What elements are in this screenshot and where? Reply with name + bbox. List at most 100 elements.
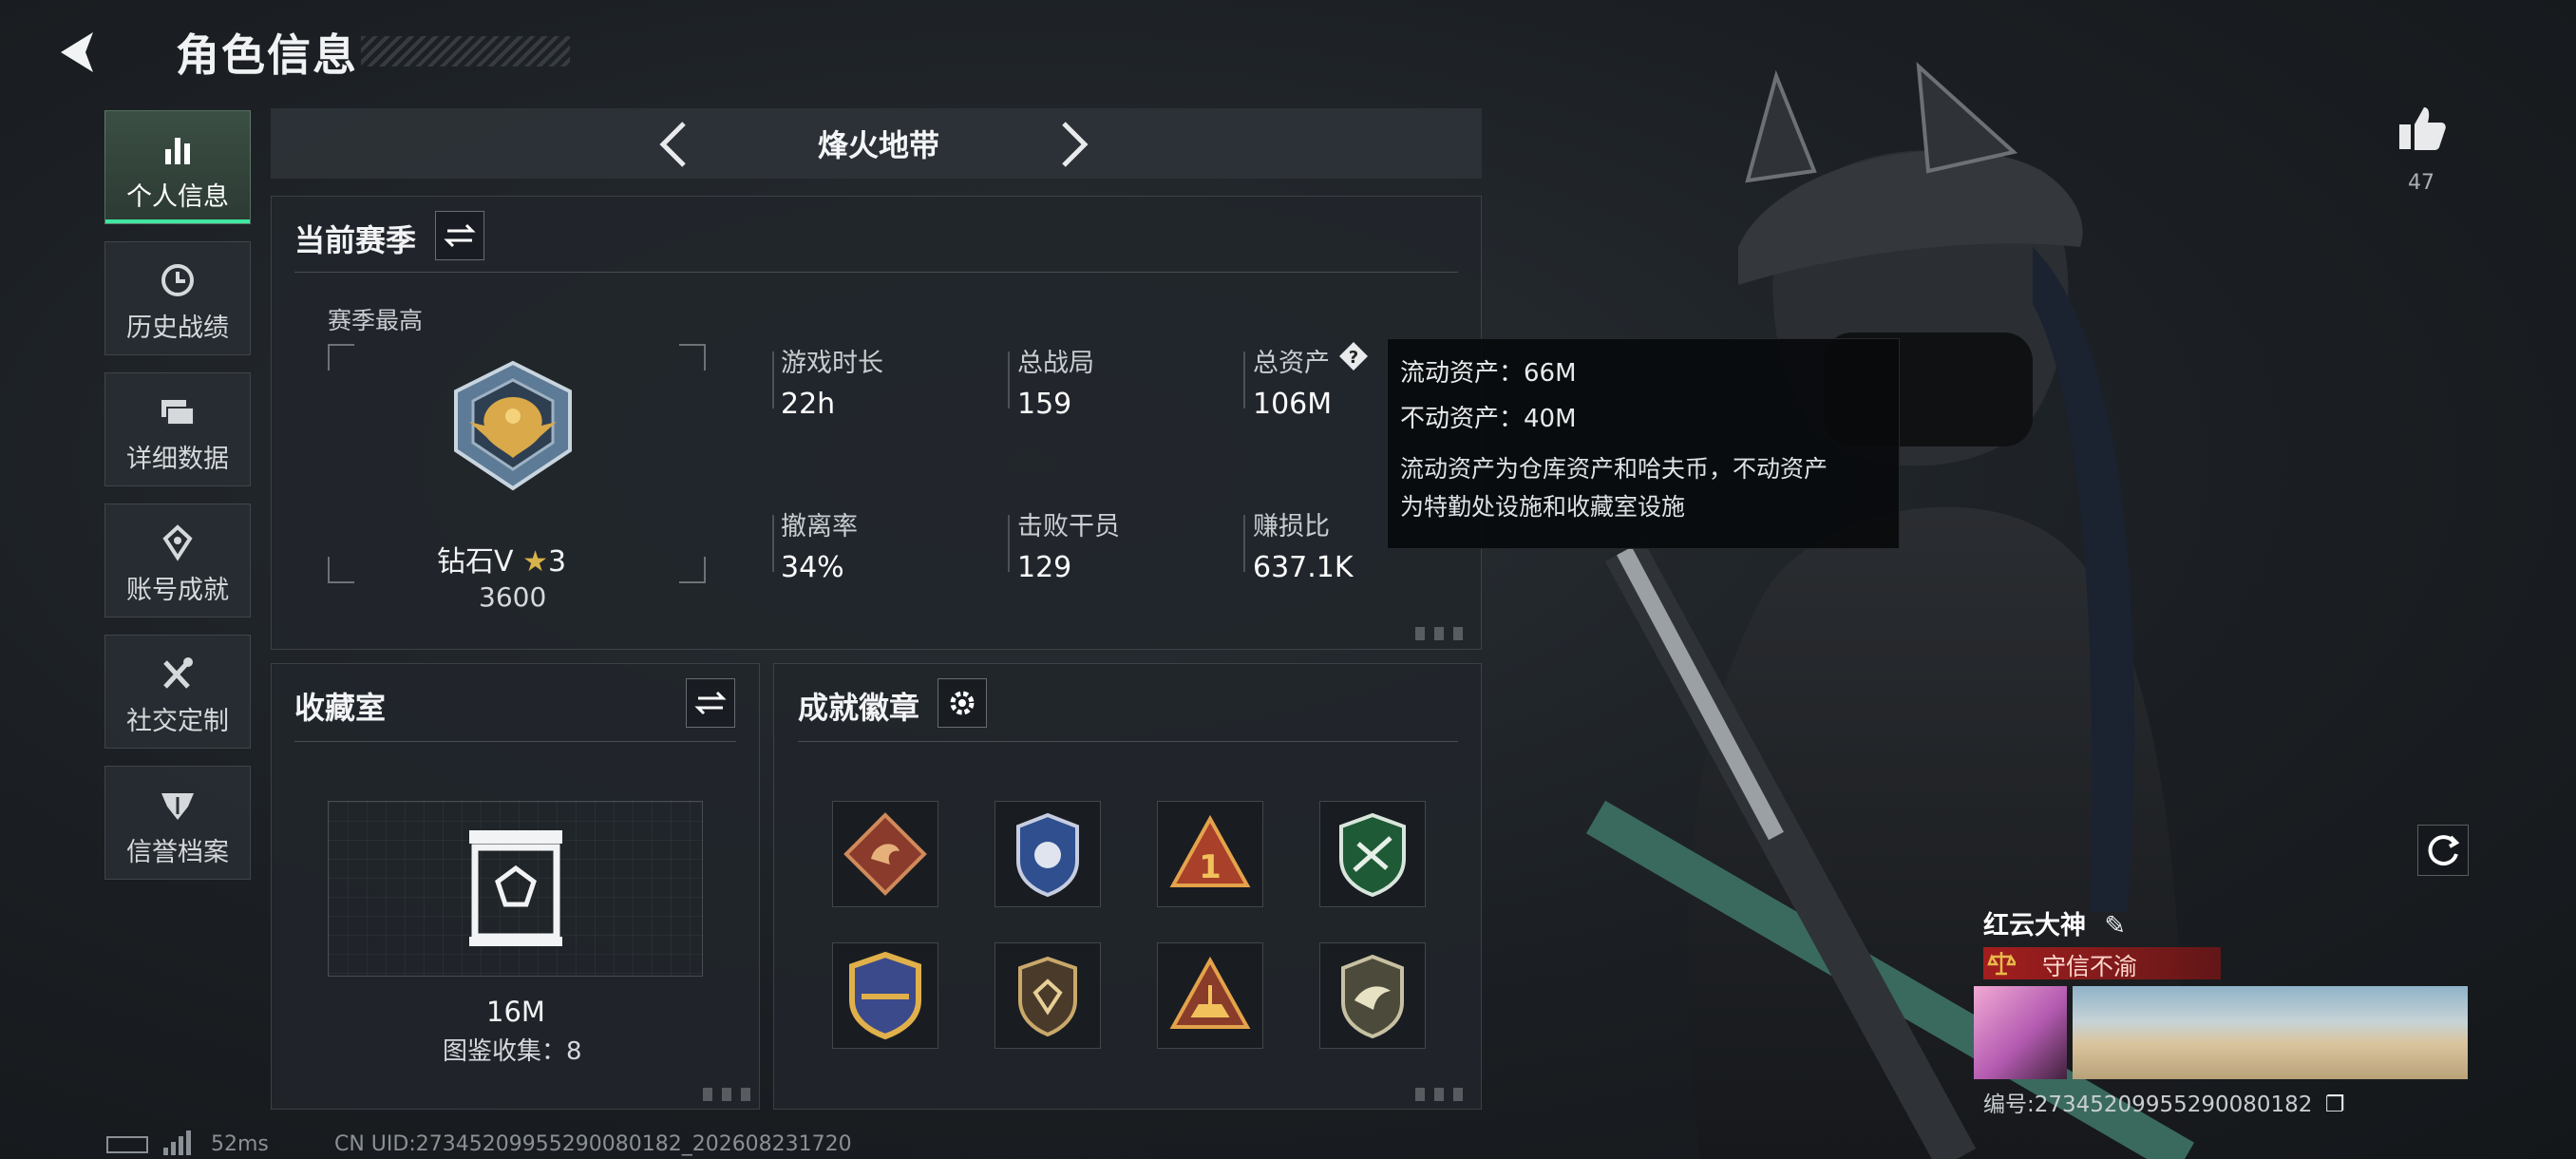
sidebar-item-label: 社交定制 [126, 707, 229, 736]
player-name: 红云大神 ✎ [1983, 904, 2126, 941]
player-id: 编号:27345209955290080182 ❐ [1983, 1086, 2344, 1118]
collection-title: 收藏室 [294, 690, 387, 726]
svg-text:1: 1 [1199, 848, 1222, 886]
badge-slot[interactable]: 1 [1157, 801, 1263, 907]
sidebar-item-label: 账号成就 [126, 576, 229, 605]
badge-slot[interactable] [832, 942, 938, 1049]
title-decoration [361, 36, 570, 66]
sidebar-item-social-customize[interactable]: 社交定制 [104, 635, 251, 749]
sidebar-item-label: 个人信息 [126, 182, 229, 212]
ping-readout: 52ms [211, 1132, 269, 1156]
achievement-icon [162, 524, 193, 561]
collection-catalog: 图鉴收集：8 [443, 1037, 582, 1066]
asset-help-button[interactable]: ? [1337, 340, 1370, 372]
mode-title: 烽火地带 [817, 127, 939, 163]
edit-icon[interactable]: ✎ [2104, 911, 2126, 940]
signal-icon [163, 1130, 191, 1155]
folders-icon [161, 400, 195, 426]
stat-separator [1008, 515, 1010, 572]
stat-assets-label: 总资产 [1253, 349, 1330, 378]
stat-separator [772, 515, 774, 572]
stat-assets-value: 106M [1253, 388, 1333, 421]
season-title: 当前赛季 [294, 222, 417, 258]
copy-icon[interactable]: ❐ [2325, 1092, 2345, 1117]
achievements-settings-button[interactable] [938, 678, 987, 728]
shield-wings-icon [161, 793, 194, 820]
tooltip-description-1: 流动资产为仓库资产和哈夫币，不动资产 [1400, 455, 1828, 483]
sidebar-item-personal-info[interactable]: 个人信息 [104, 110, 251, 224]
sidebar-item-reputation[interactable]: 信誉档案 [104, 766, 251, 880]
back-button[interactable] [47, 19, 104, 86]
frame-corner [328, 344, 354, 370]
rank-emblem-icon [454, 360, 572, 491]
sidebar-item-label: 详细数据 [126, 445, 229, 474]
player-name-text: 红云大神 [1983, 911, 2086, 940]
battery-icon [106, 1136, 148, 1153]
clock-icon [161, 264, 194, 296]
season-switch-button[interactable] [435, 211, 484, 260]
uid-readout: CN UID:27345209955290080182_202608231720 [334, 1132, 852, 1156]
collection-switch-button[interactable] [686, 678, 735, 728]
sidebar-item-achievements[interactable]: 账号成就 [104, 504, 251, 618]
sidebar-item-label: 历史战绩 [126, 314, 229, 343]
stat-separator [1243, 515, 1245, 572]
stat-extract-rate-value: 34% [781, 551, 844, 584]
badge-slot[interactable] [832, 801, 938, 907]
back-arrow-icon [61, 32, 93, 72]
star-icon: ★ [522, 545, 548, 579]
stat-profit-ratio-value: 637.1K [1253, 551, 1354, 584]
divider [798, 741, 1458, 742]
bar-chart-icon [165, 138, 190, 164]
triangle-one-badge-icon: 1 [1169, 814, 1251, 887]
tools-icon [163, 657, 193, 689]
sidebar-item-history[interactable]: 历史战绩 [104, 241, 251, 355]
sidebar-item-detailed-data[interactable]: 详细数据 [104, 372, 251, 486]
divider [294, 272, 1458, 273]
tooltip-liquid-assets: 流动资产：66M [1400, 359, 1577, 388]
achievements-title: 成就徽章 [798, 690, 920, 726]
bird-badge-icon [1341, 954, 1404, 1039]
badge-slot[interactable] [1319, 801, 1426, 907]
stat-separator [1008, 352, 1010, 408]
tooltip-description-2: 为特勤处设施和收藏室设施 [1400, 493, 1686, 521]
stat-separator [772, 352, 774, 408]
mode-prev-button[interactable] [646, 112, 703, 177]
frame-corner [679, 344, 706, 370]
rank-stars: 3 [547, 545, 567, 579]
swap-icon [694, 691, 727, 715]
refresh-icon [2428, 835, 2460, 866]
panel-corner-marks [703, 1088, 760, 1101]
player-title-text: 守信不渝 [2042, 953, 2138, 980]
thumbs-up-icon [2399, 107, 2446, 150]
chevron-left-icon [659, 122, 686, 167]
stat-matches-value: 159 [1017, 388, 1072, 421]
refresh-button[interactable] [2417, 825, 2469, 876]
like-count: 47 [2408, 171, 2434, 195]
divider [294, 741, 736, 742]
sidebar-item-label: 信誉档案 [126, 838, 229, 867]
frame-corner [679, 557, 706, 583]
like-button[interactable] [2394, 100, 2451, 157]
collection-value: 16M [486, 996, 545, 1028]
badge-slot[interactable] [1157, 942, 1263, 1049]
badge-slot[interactable] [994, 942, 1101, 1049]
frame-corner [328, 557, 354, 583]
badge-slot[interactable] [1319, 942, 1426, 1049]
badge-slot[interactable] [994, 801, 1101, 907]
avatar[interactable] [1974, 986, 2067, 1079]
gear-icon [950, 691, 975, 715]
gem-shield-badge-icon [1018, 956, 1077, 1037]
gold-shield-badge-icon [849, 951, 921, 1040]
stat-play-time-value: 22h [781, 388, 836, 421]
mode-next-button[interactable] [1045, 112, 1102, 177]
stat-matches-label: 总战局 [1017, 349, 1094, 378]
green-shield-badge-icon [1339, 812, 1406, 898]
scales-icon [1987, 952, 2016, 976]
police-badge-icon [1016, 812, 1079, 898]
stat-profit-ratio-label: 赚损比 [1253, 512, 1330, 542]
player-banner[interactable] [2073, 986, 2468, 1079]
stat-play-time-label: 游戏时长 [781, 349, 883, 378]
rank-name-text: 钻石V [437, 545, 514, 579]
stat-extract-rate-label: 撤离率 [781, 512, 858, 542]
rank-score: 3600 [479, 581, 547, 613]
